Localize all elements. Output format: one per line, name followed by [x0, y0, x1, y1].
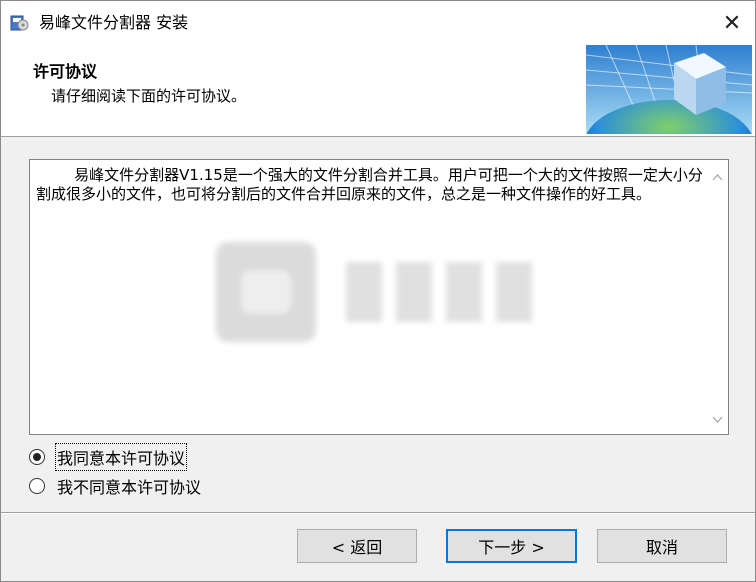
page-subtitle: 请仔细阅读下面的许可协议。	[51, 87, 247, 105]
license-text: 易峰文件分割器V1.15是一个强大的文件分割合并工具。用户可把一个大的文件按照一…	[36, 166, 703, 203]
page-title: 许可协议	[33, 62, 98, 81]
radio-disagree-label: 我不同意本许可协议	[57, 478, 202, 497]
license-scrollbar[interactable]	[706, 160, 728, 434]
radio-agree[interactable]: 我同意本许可协议	[29, 443, 188, 471]
chevron-down-icon[interactable]	[706, 408, 728, 430]
title-bar: 易峰文件分割器 安装 ✕	[1, 1, 755, 45]
installer-disk-icon	[9, 12, 29, 32]
close-button[interactable]: ✕	[709, 1, 755, 45]
footer-divider-highlight	[1, 513, 755, 514]
cancel-button[interactable]: 取消	[597, 529, 727, 563]
close-icon: ✕	[722, 10, 742, 36]
wizard-header: 许可协议 请仔细阅读下面的许可协议。	[1, 44, 755, 190]
radio-disagree[interactable]: 我不同意本许可协议	[29, 474, 201, 498]
radio-disagree-circle[interactable]	[29, 478, 45, 494]
radio-agree-circle[interactable]	[29, 449, 45, 465]
installer-window: 易峰文件分割器 安装 ✕ 许可协议 请仔细阅读下面的许可协议。 易峰文件分割器V…	[0, 0, 756, 582]
chevron-up-icon[interactable]	[706, 166, 728, 188]
license-text-box[interactable]: 易峰文件分割器V1.15是一个强大的文件分割合并工具。用户可把一个大的文件按照一…	[29, 159, 729, 435]
window-title: 易峰文件分割器 安装	[39, 13, 189, 32]
next-button[interactable]: 下一步 >	[446, 529, 577, 563]
globe-cube-logo	[584, 44, 754, 190]
radio-agree-label: 我同意本许可协议	[54, 443, 188, 471]
watermark-image	[216, 232, 546, 352]
back-button[interactable]: < 返回	[297, 529, 417, 563]
